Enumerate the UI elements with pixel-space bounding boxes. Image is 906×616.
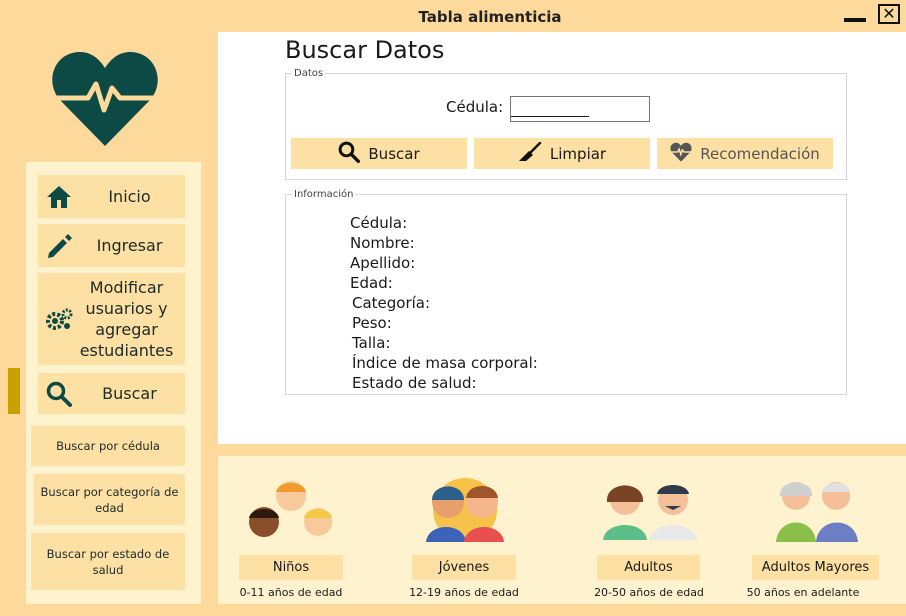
category-ninos-range: 0-11 años de edad bbox=[239, 586, 343, 599]
category-adultos-button[interactable]: Adultos bbox=[597, 555, 700, 580]
info-categoria-label: Categoría: bbox=[352, 294, 431, 312]
close-button[interactable]: ✕ bbox=[878, 4, 900, 24]
youth-icon bbox=[426, 478, 504, 542]
recomendacion-button-label: Recomendación bbox=[700, 144, 820, 163]
category-mayores-range: 50 años en adelante bbox=[746, 586, 860, 599]
search-icon bbox=[44, 381, 74, 407]
info-imc-label: Índice de masa corporal: bbox=[352, 354, 538, 372]
sidebar-item-ingresar[interactable]: Ingresar bbox=[38, 224, 185, 267]
broom-icon bbox=[518, 141, 542, 166]
sidebar-item-label: Inicio bbox=[108, 187, 151, 206]
category-mayores-button[interactable]: Adultos Mayores bbox=[752, 555, 879, 580]
recomendacion-button[interactable]: Recomendación bbox=[657, 138, 833, 169]
heart-pulse-icon bbox=[670, 142, 692, 166]
sidebar-item-inicio[interactable]: Inicio bbox=[38, 175, 185, 218]
minimize-button[interactable] bbox=[844, 18, 866, 22]
heart-pulse-logo-icon bbox=[52, 52, 158, 146]
info-talla-label: Talla: bbox=[352, 334, 391, 352]
info-estado-label: Estado de salud: bbox=[352, 374, 477, 392]
pencil-icon bbox=[44, 233, 74, 258]
sidebar-subitem-categoria[interactable]: Buscar por categoría de edad bbox=[34, 474, 185, 525]
active-indicator bbox=[8, 368, 20, 414]
info-edad-label: Edad: bbox=[350, 274, 393, 292]
page-title: Buscar Datos bbox=[285, 36, 445, 64]
limpiar-button-label: Limpiar bbox=[549, 144, 607, 163]
cedula-input[interactable] bbox=[510, 96, 650, 122]
elderly-icon bbox=[776, 482, 858, 542]
sidebar-item-label: Ingresar bbox=[96, 236, 163, 255]
search-icon bbox=[338, 141, 361, 167]
info-apellido-label: Apellido: bbox=[350, 254, 416, 272]
buscar-button[interactable]: Buscar bbox=[291, 138, 467, 169]
category-adultos-range: 20-50 años de edad bbox=[594, 586, 704, 599]
info-peso-label: Peso: bbox=[352, 314, 392, 332]
cedula-label: Cédula: bbox=[446, 98, 504, 116]
category-jovenes-range: 12-19 años de edad bbox=[409, 586, 519, 599]
children-icon bbox=[249, 481, 332, 537]
info-nombre-label: Nombre: bbox=[350, 234, 415, 252]
window-title: Tabla alimenticia bbox=[418, 8, 562, 26]
adults-icon bbox=[603, 485, 697, 540]
sidebar-subitem-estado[interactable]: Buscar por estado de salud bbox=[31, 533, 185, 590]
informacion-legend: Información bbox=[294, 189, 354, 200]
sidebar-item-buscar[interactable]: Buscar bbox=[38, 373, 185, 414]
category-jovenes-button[interactable]: Jóvenes bbox=[412, 555, 516, 580]
sidebar-item-modificar[interactable]: Modificar usuarios y agregar estudiantes bbox=[38, 273, 185, 365]
sidebar-item-label: Modificar usuarios y agregar estudiantes bbox=[79, 278, 174, 360]
title-bar: Tabla alimenticia ✕ bbox=[0, 0, 906, 32]
limpiar-button[interactable]: Limpiar bbox=[474, 138, 650, 169]
sidebar-item-label: Buscar bbox=[102, 384, 157, 403]
sidebar-subitem-cedula[interactable]: Buscar por cédula bbox=[31, 426, 185, 466]
home-icon bbox=[44, 185, 74, 209]
info-cedula-label: Cédula: bbox=[350, 214, 408, 232]
buscar-button-label: Buscar bbox=[368, 144, 420, 163]
datos-legend: Datos bbox=[294, 68, 324, 79]
category-ninos-button[interactable]: Niños bbox=[239, 555, 343, 580]
